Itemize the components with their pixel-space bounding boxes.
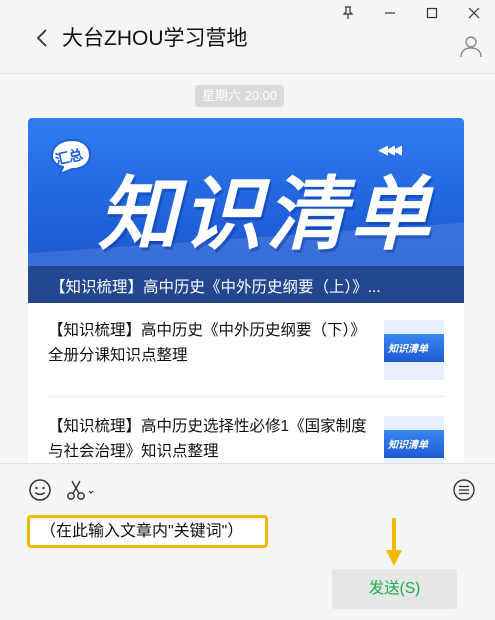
message-timestamp: 星期六 20:00 xyxy=(195,85,285,107)
cover-banner-text: 知识清单 xyxy=(98,168,434,261)
close-icon[interactable] xyxy=(453,0,495,26)
cover-caption[interactable]: 【知识梳理】高中历史《中外历史纲要（上）》... xyxy=(50,275,450,297)
message-input[interactable]: （在此输入文章内"关键词"） xyxy=(27,515,268,548)
article-card[interactable]: 汇总 ◀◀◀ 知识清单 【知识梳理】高中历史《中外历史纲要（上）》... 【知识… xyxy=(28,118,464,463)
chat-history-icon[interactable] xyxy=(450,476,478,504)
article-thumbnail[interactable]: 知识清单 xyxy=(384,320,444,380)
scissors-icon[interactable] xyxy=(64,476,96,504)
message-area[interactable]: 星期六 20:00 汇总 ◀◀◀ 知识清单 【知识梳理】高中历史《中外历史纲要（… xyxy=(0,75,495,463)
emoji-icon[interactable] xyxy=(26,476,54,504)
divider xyxy=(48,396,444,397)
chat-title: 大台ZHOU学习营地 xyxy=(62,27,248,50)
article-cover[interactable]: 汇总 ◀◀◀ 知识清单 【知识梳理】高中历史《中外历史纲要（上）》... xyxy=(28,118,464,303)
window-controls xyxy=(327,0,495,26)
arrow-down-icon xyxy=(386,518,402,566)
pin-icon[interactable] xyxy=(327,0,369,26)
title-bar: 大台ZHOU学习营地 xyxy=(0,0,495,74)
article-item[interactable]: 【知识梳理】高中历史《中外历史纲要（下）》全册分课知识点整理 知识清单 xyxy=(28,318,464,404)
thumbnail-text: 知识清单 xyxy=(388,344,428,355)
article-title[interactable]: 【知识梳理】高中历史《中外历史纲要（下）》全册分课知识点整理 xyxy=(48,318,378,368)
person-icon[interactable] xyxy=(457,32,485,60)
chevron-left-icon[interactable] xyxy=(30,24,54,52)
minimize-icon[interactable] xyxy=(369,0,411,26)
input-area: （在此输入文章内"关键词"） 发送(S) xyxy=(0,463,495,620)
maximize-icon[interactable] xyxy=(411,0,453,26)
thumbnail-text: 知识清单 xyxy=(388,440,428,451)
article-item[interactable]: 【知识梳理】高中历史选择性必修1《国家制度与社会治理》知识点整理 知识清单 xyxy=(28,414,464,463)
article-title[interactable]: 【知识梳理】高中历史选择性必修1《国家制度与社会治理》知识点整理 xyxy=(48,414,378,463)
chat-window: 大台ZHOU学习营地 星期六 20:00 汇总 ◀◀◀ 知识清单 【知识梳理】高… xyxy=(0,0,495,620)
send-button[interactable]: 发送(S) xyxy=(332,569,457,609)
article-thumbnail[interactable]: 知识清单 xyxy=(384,416,444,463)
